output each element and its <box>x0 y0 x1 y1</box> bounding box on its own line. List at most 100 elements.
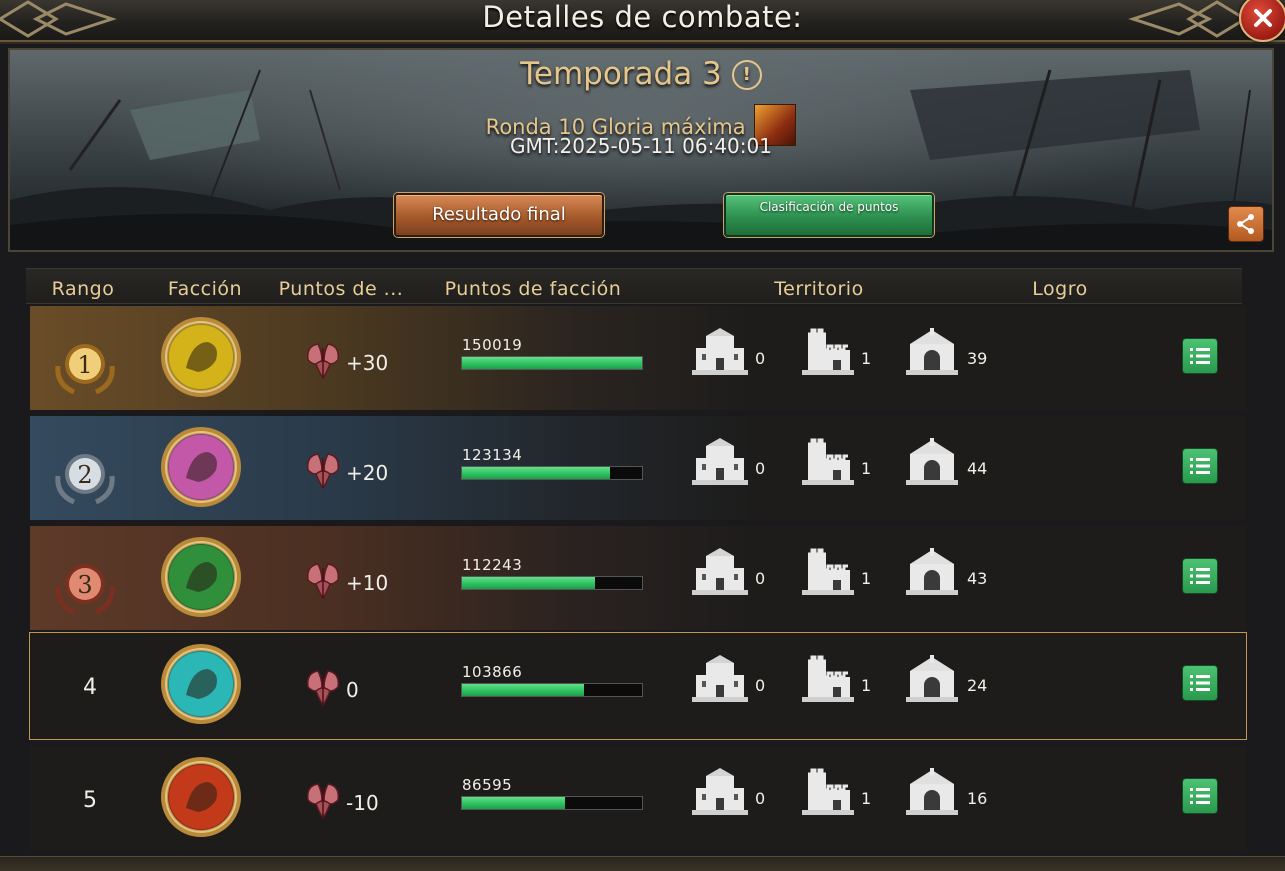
rank-medal-number: 1 <box>77 351 92 379</box>
header-faction-points: Puntos de facción <box>444 278 622 300</box>
faction-row: 1 +30 150019 0 1 39 <box>30 306 1246 410</box>
list-icon <box>1190 348 1210 364</box>
share-button[interactable] <box>1228 206 1264 242</box>
territory-gate-icon <box>904 655 960 703</box>
stark-direwolf-crest[interactable] <box>160 316 242 398</box>
details-list-button[interactable] <box>1182 448 1218 484</box>
faction-row: 2 +20 123134 0 1 44 <box>30 416 1246 520</box>
glory-points: +20 <box>302 448 388 490</box>
faction-points-value: 103866 <box>462 663 523 681</box>
territory-castle-icon <box>692 768 748 816</box>
battle-banner: Temporada 3! Ronda 10 Gloria máxima GMT:… <box>8 48 1274 252</box>
territory-fortress-count: 1 <box>861 459 872 478</box>
faction-points-bar <box>461 356 643 370</box>
faction-points-value: 86595 <box>462 776 513 794</box>
faction-points-bar <box>461 683 643 697</box>
faction-row: 5 -10 86595 0 1 16 <box>30 746 1246 850</box>
faction-points-fill <box>462 357 642 369</box>
glory-leaf-icon <box>306 453 340 490</box>
territory-fortress-count: 1 <box>861 349 872 368</box>
glory-points: +30 <box>302 338 388 380</box>
faction-points-bar <box>461 466 643 480</box>
glory-points: +10 <box>302 558 388 600</box>
territory-gate-icon <box>904 438 960 486</box>
rank-medal-icon: 3 <box>55 564 115 615</box>
glory-leaf-icon <box>306 563 340 600</box>
rank-medal-icon: 2 <box>55 454 115 505</box>
territory-castle-icon <box>692 548 748 596</box>
details-list-button[interactable] <box>1182 338 1218 374</box>
faction-points-value: 112243 <box>462 556 523 574</box>
glory-points-value: +30 <box>346 351 389 375</box>
glory-points-value: 0 <box>346 678 359 702</box>
territory-castle-count: 0 <box>755 459 766 478</box>
rank-number: 4 <box>83 675 97 700</box>
header-territory: Territorio <box>774 278 864 300</box>
glory-points-value: -10 <box>346 791 379 815</box>
title-bar: Detalles de combate: <box>0 0 1285 42</box>
list-icon <box>1190 788 1210 804</box>
territory-castle-count: 0 <box>755 676 766 695</box>
territory-castle-count: 0 <box>755 789 766 808</box>
rank-medal-number: 2 <box>77 461 92 489</box>
final-result-button[interactable]: Resultado final <box>394 193 604 237</box>
glory-points-value: +20 <box>346 461 389 485</box>
details-list-button[interactable] <box>1182 558 1218 594</box>
territory-fortress-count: 1 <box>861 676 872 695</box>
panel-bottom-edge <box>0 856 1285 871</box>
faction-points-bar <box>461 796 643 810</box>
glory-points: -10 <box>302 778 379 820</box>
territory-gate-count: 44 <box>967 459 988 478</box>
faction-points-fill <box>462 684 585 696</box>
tyrell-rose-crest[interactable] <box>160 536 242 618</box>
table-header: Rango Facción Puntos de ... Puntos de fa… <box>26 268 1242 304</box>
territory-gate-icon <box>904 548 960 596</box>
rank-number: 5 <box>83 788 97 813</box>
territory-fortress-icon <box>800 328 856 376</box>
details-list-button[interactable] <box>1182 665 1218 701</box>
glory-leaf-icon <box>306 670 340 707</box>
territory-castle-icon <box>692 655 748 703</box>
faction-row: 4 0 103866 0 1 24 <box>29 632 1247 740</box>
faction-points-value: 123134 <box>462 446 523 464</box>
territory-castle-icon <box>692 328 748 376</box>
faction-row: 3 +10 112243 0 1 43 <box>30 526 1246 630</box>
details-list-button[interactable] <box>1182 778 1218 814</box>
faction-points-fill <box>462 577 596 589</box>
territory-castle-count: 0 <box>755 569 766 588</box>
season-heading: Temporada 3! <box>10 56 1272 92</box>
territory-gate-count: 16 <box>967 789 988 808</box>
territory-fortress-icon <box>800 438 856 486</box>
territory-gate-icon <box>904 768 960 816</box>
info-icon[interactable]: ! <box>731 60 762 90</box>
glory-points-value: +10 <box>346 571 389 595</box>
list-icon <box>1190 458 1210 474</box>
close-button[interactable] <box>1239 0 1285 42</box>
lannister-lion-crest[interactable] <box>160 756 242 838</box>
ornament-right-icon <box>1128 0 1245 38</box>
glory-leaf-icon <box>306 783 340 820</box>
points-ranking-button[interactable]: Clasificación de puntos <box>724 193 934 237</box>
rank-medal-number: 3 <box>77 571 92 599</box>
header-rank: Rango <box>51 278 115 300</box>
glory-leaf-icon <box>306 343 340 380</box>
baratheon-stag-crest[interactable] <box>160 426 242 508</box>
list-icon <box>1190 568 1210 584</box>
header-achievement: Logro <box>1032 278 1088 300</box>
territory-castle-icon <box>692 438 748 486</box>
header-faction: Facción <box>167 278 243 300</box>
glory-points: 0 <box>302 665 359 707</box>
battle-datetime: GMT:2025-05-11 06:40:01 <box>510 134 772 158</box>
faction-points-value: 150019 <box>462 336 523 354</box>
faction-points-fill <box>462 467 610 479</box>
territory-gate-count: 39 <box>967 349 988 368</box>
greyjoy-kraken-crest[interactable] <box>160 643 242 725</box>
faction-points-fill <box>462 797 565 809</box>
season-title: Temporada 3 <box>520 56 722 92</box>
territory-gate-count: 43 <box>967 569 988 588</box>
share-icon <box>1237 214 1254 234</box>
rank-medal-icon: 1 <box>55 344 115 395</box>
faction-points-bar <box>461 576 643 590</box>
territory-fortress-icon <box>800 548 856 596</box>
territory-fortress-count: 1 <box>861 569 872 588</box>
